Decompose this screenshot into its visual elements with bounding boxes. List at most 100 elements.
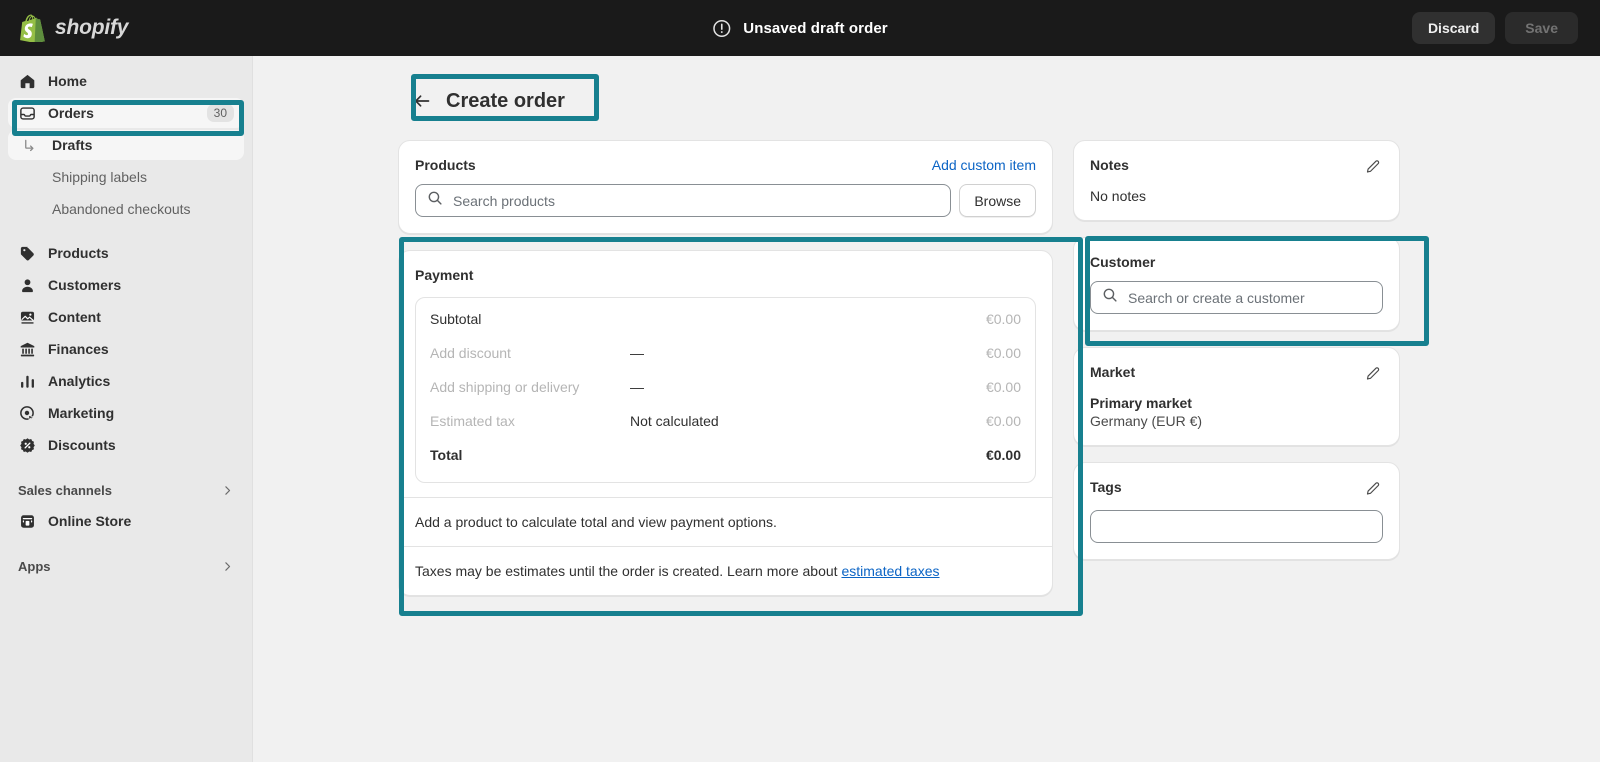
sidebar-item-finances[interactable]: Finances [8,334,244,364]
sidebar: Home Orders 30 [0,56,253,762]
discard-button[interactable]: Discard [1412,12,1495,44]
sidebar-item-label: Orders [48,105,94,121]
sidebar-item-label: Shipping labels [52,169,147,185]
market-card: Market Primary market Germany (EUR €) [1073,347,1400,446]
chevron-right-icon[interactable] [221,484,234,497]
payment-row-add-discount[interactable]: Add discount — €0.00 [430,336,1021,370]
sidebar-section-label: Apps [18,559,51,574]
product-search-field[interactable] [415,184,951,217]
content-image-icon [18,308,36,326]
search-icon [1102,287,1118,308]
right-column: Notes No notes Custo [1073,140,1400,576]
market-card-header: Market [1090,364,1383,384]
row-mid: Not calculated [630,413,986,429]
tags-input[interactable] [1090,510,1383,543]
sidebar-item-discounts[interactable]: Discounts [8,430,244,460]
page-inner: Create order Products Add custom item [398,84,1564,596]
sidebar-item-customers[interactable]: Customers [8,270,244,300]
topbar-actions: Discard Save [1412,12,1600,44]
save-button[interactable]: Save [1505,12,1578,44]
pencil-icon[interactable] [1363,479,1383,499]
sidebar-item-abandoned-checkouts[interactable]: Abandoned checkouts [8,194,244,224]
sidebar-item-online-store[interactable]: Online Store [8,506,244,536]
customer-card-title: Customer [1090,254,1155,270]
sidebar-item-label: Analytics [48,373,110,389]
shopify-bag-icon [20,14,46,42]
payment-card-body: Payment Subtotal €0.00 Add discount [399,251,1052,497]
unsaved-status-text: Unsaved draft order [743,20,887,37]
tags-card: Tags [1073,462,1400,560]
sidebar-item-analytics[interactable]: Analytics [8,366,244,396]
sidebar-item-label: Home [48,73,87,89]
customer-search-field[interactable] [1090,281,1383,314]
tags-card-title: Tags [1090,479,1122,495]
person-icon [18,276,36,294]
sidebar-item-products[interactable]: Products [8,238,244,268]
row-label: Total [430,447,630,463]
left-column: Products Add custom item [398,140,1053,596]
storefront-icon [18,512,36,530]
payment-row-subtotal: Subtotal €0.00 [430,302,1021,336]
payment-card: Payment Subtotal €0.00 Add discount [398,250,1053,596]
row-value: €0.00 [986,447,1021,463]
payment-summary: Subtotal €0.00 Add discount — €0.00 [415,297,1036,483]
bar-chart-icon [18,372,36,390]
search-input[interactable] [453,193,939,209]
sidebar-item-label: Products [48,245,109,261]
sidebar-item-orders[interactable]: Orders 30 [8,98,244,128]
sidebar-section-label: Sales channels [18,483,112,498]
orders-inbox-icon [18,104,36,122]
notes-card-title: Notes [1090,157,1129,173]
sidebar-item-label: Customers [48,277,121,293]
row-value: €0.00 [986,345,1021,361]
row-mid: — [630,345,986,361]
row-value: €0.00 [986,413,1021,429]
market-region-label: Germany (EUR €) [1090,413,1383,429]
sidebar-item-home[interactable]: Home [8,66,244,96]
row-label: Add shipping or delivery [430,379,630,395]
products-card-header: Products Add custom item [415,157,1036,173]
market-card-title: Market [1090,364,1135,380]
customer-card: Customer [1073,237,1400,331]
nav-spacer [8,226,244,238]
sidebar-item-shipping-labels[interactable]: Shipping labels [8,162,244,192]
brand-logo-group[interactable]: shopify [0,14,260,42]
sidebar-section-sales-channels[interactable]: Sales channels [8,476,244,504]
sidebar-item-label: Online Store [48,513,131,529]
row-label: Estimated tax [430,413,630,429]
unsaved-status: Unsaved draft order [712,19,887,38]
arrow-left-icon[interactable] [412,91,432,111]
payment-row-add-shipping[interactable]: Add shipping or delivery — €0.00 [430,370,1021,404]
brand-name: shopify [55,16,128,40]
chevron-right-icon[interactable] [221,560,234,573]
tag-icon [18,244,36,262]
home-icon [18,72,36,90]
marketing-target-icon [18,404,36,422]
products-card-title: Products [415,157,476,173]
sidebar-item-label: Drafts [52,137,92,153]
search-icon [427,190,443,211]
payment-row-estimated-tax: Estimated tax Not calculated €0.00 [430,404,1021,438]
payment-card-title: Payment [415,267,473,283]
row-label: Subtotal [430,311,630,327]
orders-count-badge: 30 [207,104,234,122]
customer-search-input[interactable] [1128,290,1371,306]
browse-button[interactable]: Browse [959,184,1036,217]
sidebar-item-content[interactable]: Content [8,302,244,332]
page-title: Create order [446,90,565,113]
estimated-taxes-link[interactable]: estimated taxes [841,563,939,579]
body-wrapper: Home Orders 30 [0,56,1600,762]
shopify-admin-window: shopify Unsaved draft order Discard Save [0,0,1600,762]
pencil-icon[interactable] [1363,364,1383,384]
market-primary-label: Primary market [1090,395,1383,411]
products-search-row: Browse [415,184,1036,217]
payment-row-total: Total €0.00 [430,438,1021,472]
sidebar-item-drafts[interactable]: Drafts [8,130,244,160]
tags-card-header: Tags [1090,479,1383,499]
sidebar-section-apps[interactable]: Apps [8,552,244,580]
pencil-icon[interactable] [1363,157,1383,177]
row-mid: — [630,379,986,395]
payment-tax-note: Taxes may be estimates until the order i… [399,547,1052,595]
add-custom-item-link[interactable]: Add custom item [932,157,1036,173]
sidebar-item-marketing[interactable]: Marketing [8,398,244,428]
